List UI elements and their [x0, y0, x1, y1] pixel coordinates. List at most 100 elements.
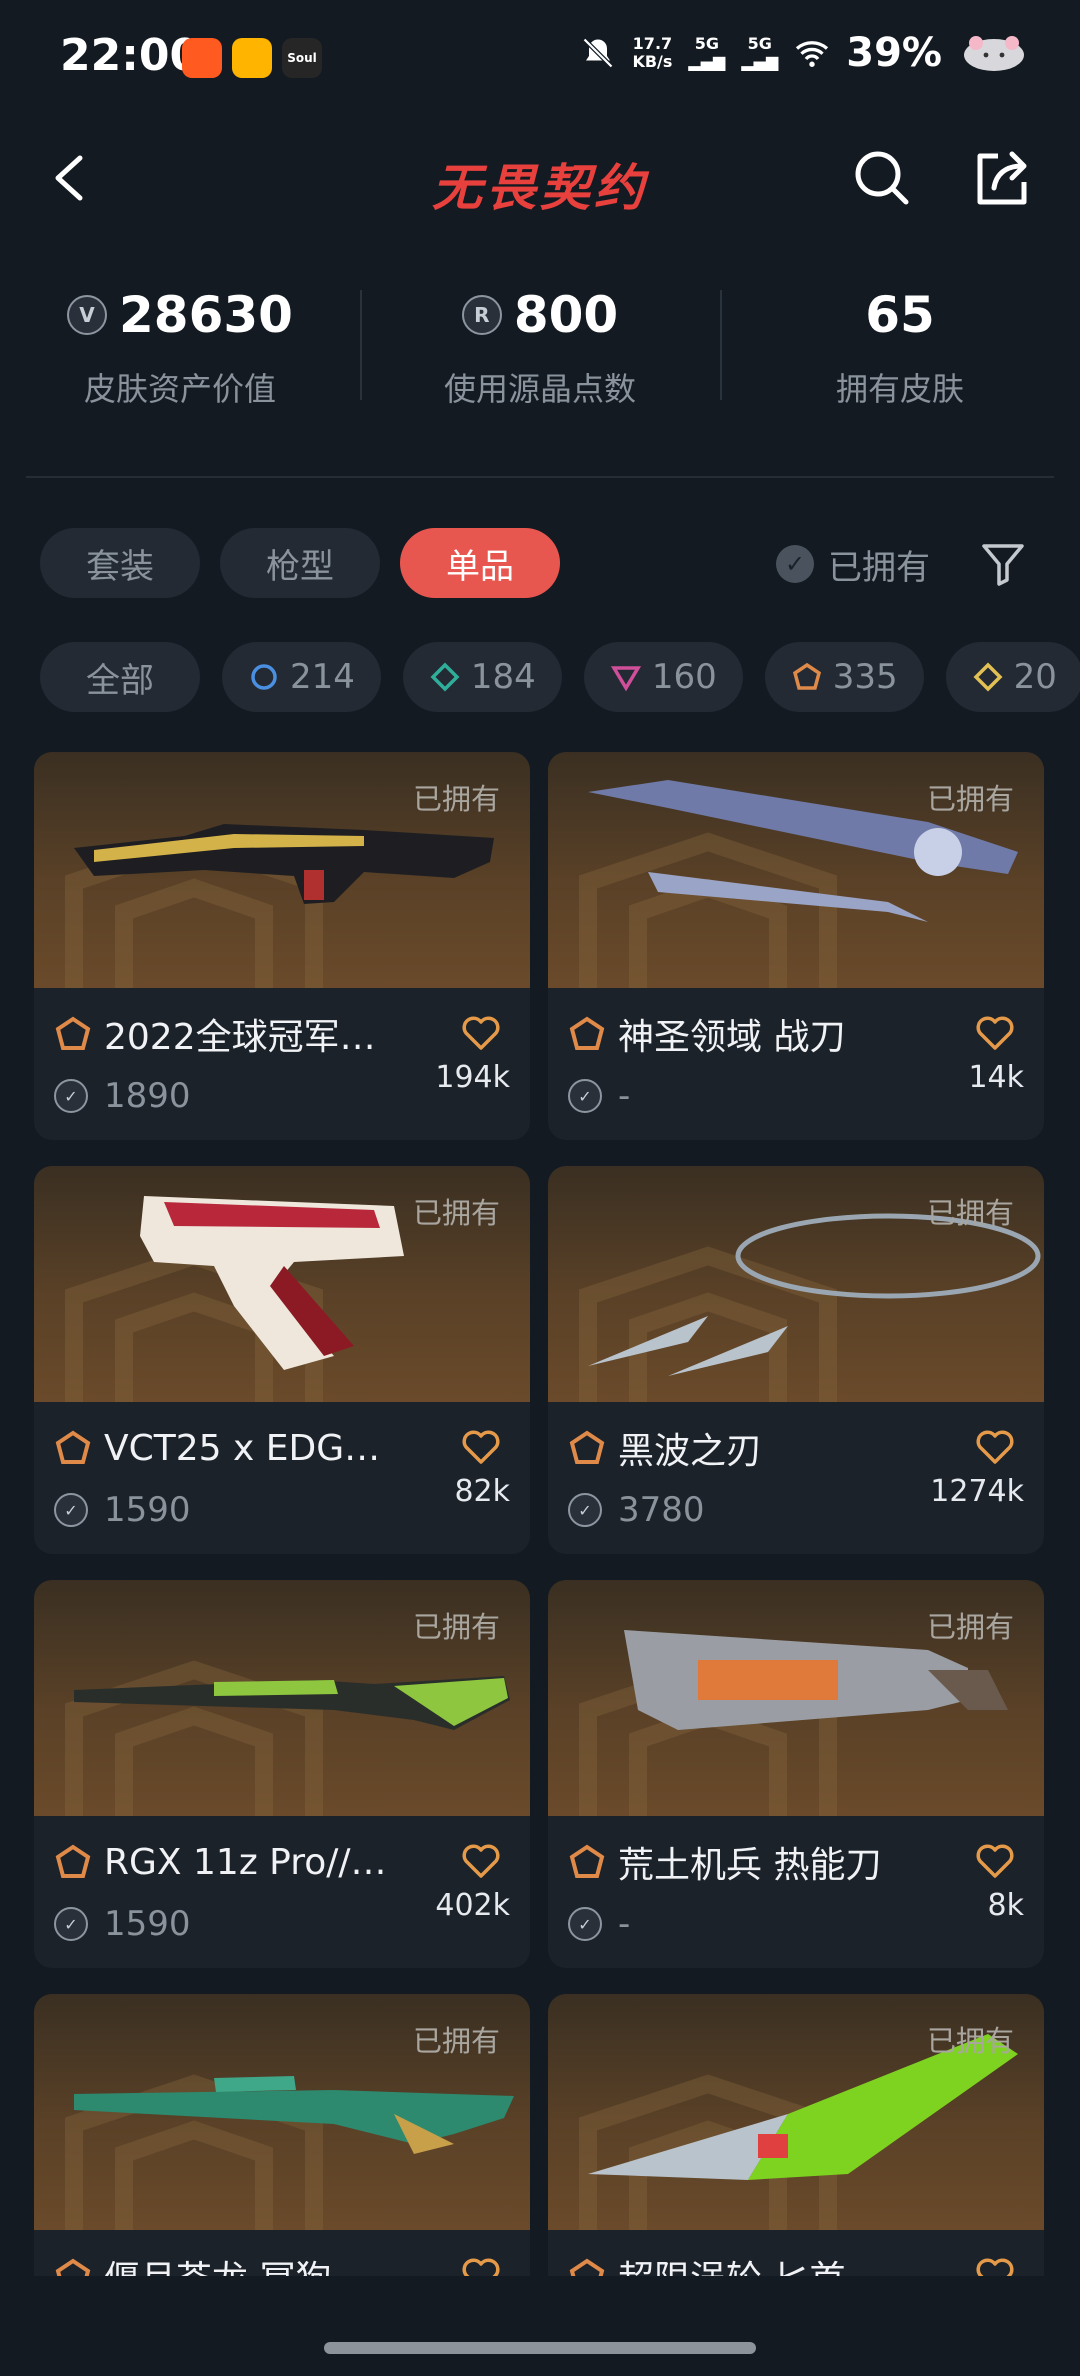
signal-bars-icon: ▂▄▆: [741, 52, 779, 71]
skin-card[interactable]: 已拥有 神圣领域 战刀 ✓ -14k: [548, 752, 1044, 1140]
skin-name: 荒土机兵 热能刀: [618, 1845, 882, 1886]
owned-filter-label: 已拥有: [828, 547, 930, 588]
notification-apps: Soul: [182, 38, 322, 78]
vp-coin-icon: ✓: [54, 1079, 88, 1113]
skin-image-area: 已拥有: [34, 1994, 530, 2230]
skin-image-area: 已拥有: [548, 1166, 1044, 1402]
skin-price: 1590: [104, 1490, 191, 1530]
stat-value: 28630: [119, 286, 293, 344]
skin-image-area: 已拥有: [548, 1994, 1044, 2230]
vp-coin-icon: V: [67, 295, 108, 335]
rarity-chip-premium-tier-icon[interactable]: 160: [583, 642, 743, 712]
favorite-heart-icon[interactable]: [460, 1840, 502, 1882]
rarity-chip-select-tier-icon[interactable]: 214: [222, 642, 381, 712]
divider: [26, 476, 1054, 478]
skin-card[interactable]: 已拥有 VCT25 x EDG… ✓ 1590 82k: [34, 1166, 530, 1554]
skin-name: 2022全球冠军…: [104, 1017, 376, 1058]
skin-card[interactable]: 已拥有 2022全球冠军… ✓ 1890 194k: [34, 752, 530, 1140]
exclusive-tier-icon: [569, 1016, 605, 1050]
like-count: 8k: [987, 1888, 1024, 1923]
deluxe-tier-icon: [430, 662, 460, 692]
exclusive-tier-icon: [55, 1430, 91, 1464]
owned-badge: 已拥有: [926, 782, 1014, 816]
vp-coin-icon: ✓: [54, 1493, 88, 1527]
stat-label: 拥有皮肤: [835, 370, 964, 408]
price-row: ✓ -: [568, 1900, 1024, 1948]
dnd-bell-icon: [583, 37, 614, 69]
skin-name: 神圣领域 战刀: [618, 1017, 846, 1058]
favorite-heart-icon[interactable]: [974, 1840, 1016, 1882]
chip-label: 184: [470, 657, 536, 697]
stat-label: 使用源晶点数: [443, 370, 636, 408]
tab-2[interactable]: 枪型: [220, 528, 380, 598]
skin-price: 1590: [104, 1904, 191, 1944]
name-row: 2022全球冠军…: [54, 1008, 510, 1060]
owned-badge: 已拥有: [926, 1610, 1014, 1644]
skin-image-area: 已拥有: [34, 752, 530, 988]
stat-item: V 28630 皮肤资产价值: [0, 280, 360, 430]
like-count: 1274k: [930, 1474, 1024, 1509]
home-indicator[interactable]: [324, 2342, 756, 2354]
battery-level: 39%: [846, 30, 942, 76]
filter-funnel-icon[interactable]: [980, 536, 1026, 590]
chip-label: 160: [651, 657, 717, 697]
brand-logo: 无畏契约: [432, 159, 648, 217]
search-icon[interactable]: [848, 144, 916, 212]
skin-info: 神圣领域 战刀 ✓ -14k: [548, 988, 1044, 1140]
exclusive-tier-icon: [569, 1844, 605, 1878]
skin-info: 荒土机兵 热能刀 ✓ -8k: [548, 1816, 1044, 1968]
chip-label: 20: [1013, 657, 1057, 697]
skin-image-area: 已拥有: [548, 752, 1044, 988]
rarity-chips: 全部 214 184 160 335 20: [40, 642, 1080, 712]
owned-badge: 已拥有: [412, 1610, 500, 1644]
skin-card[interactable]: 已拥有 黑波之刃 ✓ 3780 1274k: [548, 1166, 1044, 1554]
owned-badge: 已拥有: [412, 782, 500, 816]
skin-image-area: 已拥有: [34, 1166, 530, 1402]
favorite-heart-icon[interactable]: [460, 1012, 502, 1054]
skin-price: 3780: [618, 1490, 705, 1530]
vp-coin-icon: ✓: [54, 1907, 88, 1941]
vp-coin-icon: ✓: [568, 1079, 602, 1113]
skin-info: 黑波之刃 ✓ 3780 1274k: [548, 1402, 1044, 1554]
owned-badge: 已拥有: [412, 1196, 500, 1230]
battery-pet-icon: [964, 36, 1024, 71]
app-header: 无畏契约: [0, 130, 1080, 230]
stat-item: 65 拥有皮肤: [720, 280, 1080, 430]
favorite-heart-icon[interactable]: [460, 1426, 502, 1468]
exclusive-tier-icon: [55, 1844, 91, 1878]
skin-info: VCT25 x EDG… ✓ 1590 82k: [34, 1402, 530, 1554]
chip-label: 全部: [86, 660, 154, 701]
premium-tier-icon: [610, 666, 641, 692]
name-row: 黑波之刃: [568, 1422, 1024, 1474]
vp-coin-icon: ✓: [568, 1907, 602, 1941]
owned-badge: 已拥有: [412, 2024, 500, 2058]
like-count: 82k: [454, 1474, 510, 1509]
share-icon[interactable]: [968, 144, 1036, 212]
tab-3[interactable]: 单品: [400, 528, 560, 598]
skin-card[interactable]: 已拥有 RGX 11z Pro//3… ✓ 1590 402k: [34, 1580, 530, 1968]
owned-filter-toggle[interactable]: ✓ 已拥有: [776, 534, 930, 594]
weibo-app-icon: [232, 38, 272, 78]
skin-info: RGX 11z Pro//3… ✓ 1590 402k: [34, 1816, 530, 1968]
bottom-area: [0, 2276, 1080, 2376]
favorite-heart-icon[interactable]: [974, 1426, 1016, 1468]
status-indicators: 17.7 KB/s 5G ▂▄▆ 5G ▂▄▆ 39%: [580, 30, 1030, 76]
stat-value-row: R 800: [360, 280, 720, 350]
rarity-chip-all[interactable]: 全部: [40, 642, 200, 712]
skin-card[interactable]: 已拥有荒土机兵 热能刀 ✓ -8k: [548, 1580, 1044, 1968]
rarity-chip-deluxe-tier-icon[interactable]: 184: [402, 642, 562, 712]
rarity-chip-exclusive-tier-icon[interactable]: 335: [764, 642, 924, 712]
rarity-chip-ultra-tier-icon[interactable]: 20: [945, 642, 1080, 712]
name-row: VCT25 x EDG…: [54, 1422, 510, 1474]
price-row: ✓ -: [568, 1072, 1024, 1120]
favorite-heart-icon[interactable]: [974, 1012, 1016, 1054]
tab-1[interactable]: 套装: [40, 528, 200, 598]
skin-price: -: [618, 1076, 631, 1116]
exclusive-tier-icon: [569, 1430, 605, 1464]
select-tier-icon: [251, 664, 277, 690]
chip-label: 335: [832, 657, 898, 697]
network-speed: 17.7 KB/s: [632, 34, 673, 71]
category-tabs: 套装 枪型 单品: [40, 528, 560, 598]
clock: 22:00: [60, 30, 201, 81]
name-row: RGX 11z Pro//3…: [54, 1836, 510, 1888]
